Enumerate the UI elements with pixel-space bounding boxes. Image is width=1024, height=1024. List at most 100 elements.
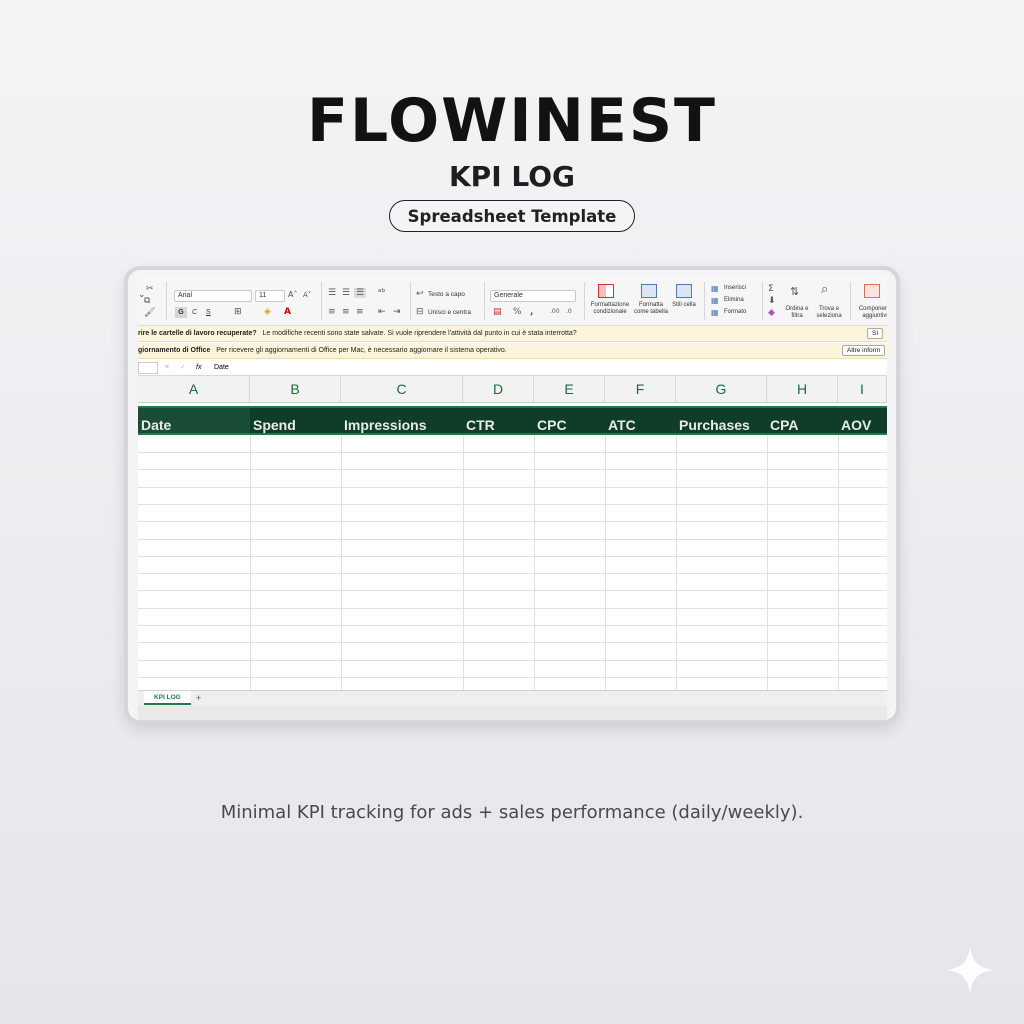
decrease-decimal-icon[interactable]: .0 [566, 307, 572, 317]
format-painter-icon[interactable]: 🖌 [144, 308, 155, 318]
column-header-h[interactable]: H [767, 376, 838, 403]
header-cell-ctr[interactable]: CTR [463, 408, 534, 433]
name-box[interactable] [138, 362, 158, 374]
autosum-icon[interactable]: Σ [768, 284, 774, 294]
align-right-icon[interactable]: ≡ [356, 307, 364, 317]
row-divider [138, 452, 887, 453]
conditional-formatting-button[interactable]: Formattazione condizionale [588, 302, 632, 316]
row-divider [138, 659, 887, 661]
sparkle-icon [946, 946, 994, 994]
confirm-icon[interactable]: ✓ [180, 360, 186, 376]
format-as-table-icon[interactable] [641, 284, 657, 298]
spreadsheet-grid: ABCDEFGHI Date Spend Impressions CTR CPC ATC P… [138, 376, 887, 696]
increase-indent-icon[interactable]: ⇥ [393, 307, 401, 317]
column-header-b[interactable]: B [250, 376, 341, 403]
sheet-tab-kpi-log[interactable]: KPI LOG [144, 691, 191, 705]
header-cell-aov[interactable]: AOV [838, 408, 887, 433]
column-header-c[interactable]: C [341, 376, 463, 403]
delete-icon[interactable]: ▦ [711, 296, 719, 306]
cut-icon[interactable]: ✂ [146, 284, 154, 294]
brand-title: FLOWINEST [307, 86, 717, 156]
column-header-e[interactable]: E [534, 376, 605, 403]
addins-button[interactable]: Componenti aggiuntivi [854, 306, 887, 320]
bold-button[interactable]: G [175, 307, 187, 318]
formula-input[interactable]: Date [214, 360, 229, 376]
column-header-d[interactable]: D [463, 376, 534, 403]
row-divider [138, 521, 887, 523]
format-as-table-button[interactable]: Formatta come tabella [631, 302, 671, 316]
currency-icon[interactable]: ▤ [493, 307, 502, 317]
column-divider [250, 435, 251, 691]
update-more-button[interactable]: Altre inform [842, 345, 886, 356]
sort-filter-icon[interactable]: ⇅ [790, 286, 799, 297]
format-button[interactable]: Formato [724, 309, 746, 315]
header-cell-cpa[interactable]: CPA [767, 408, 838, 433]
italic-button[interactable]: C [192, 307, 197, 318]
fill-color-icon[interactable]: ◈ [264, 307, 271, 317]
row-divider [138, 486, 887, 488]
cancel-icon[interactable]: ✕ [164, 360, 170, 376]
font-size-select[interactable]: 11 [255, 290, 285, 302]
copy-icon[interactable]: ⧉ [144, 296, 150, 306]
row-divider [138, 642, 887, 644]
addins-icon[interactable] [864, 284, 880, 298]
conditional-formatting-icon[interactable] [598, 284, 614, 298]
recovered-notification: rire le cartelle di lavoro recuperate? L… [138, 326, 887, 342]
divider [850, 282, 851, 320]
fill-icon[interactable]: ⬇ [768, 296, 776, 306]
align-top-icon[interactable]: ☰ [328, 288, 336, 298]
insert-icon[interactable]: ▦ [711, 284, 719, 294]
column-header-i[interactable]: I [838, 376, 887, 403]
align-bottom-icon[interactable]: ☰ [354, 288, 367, 298]
align-center-icon[interactable]: ≡ [342, 307, 350, 317]
decrease-indent-icon[interactable]: ⇤ [378, 307, 386, 317]
sort-filter-button[interactable]: Ordina e filtra [782, 306, 812, 320]
borders-icon[interactable]: ⊞ [234, 307, 242, 317]
wrap-text-button[interactable]: Testo a capo [428, 291, 465, 298]
increase-decimal-icon[interactable]: .00 [550, 307, 560, 317]
header-cell-date[interactable]: Date [138, 408, 250, 433]
column-header-f[interactable]: F [605, 376, 676, 403]
format-icon[interactable]: ▦ [711, 308, 719, 318]
kpi-header-row: Date Spend Impressions CTR CPC ATC Purchases CP… [138, 406, 887, 435]
cell-styles-icon[interactable] [676, 284, 692, 298]
divider [584, 282, 585, 320]
header-cell-spend[interactable]: Spend [250, 408, 341, 433]
wrap-text-icon[interactable]: ↩ [416, 289, 424, 299]
recovered-yes-button[interactable]: Sì [867, 328, 884, 339]
underline-button[interactable]: S [206, 307, 211, 318]
divider [704, 282, 705, 320]
insert-button[interactable]: Inserisci [724, 285, 746, 291]
column-divider [767, 435, 768, 691]
column-header-a[interactable]: A [138, 376, 250, 403]
cell-styles-button[interactable]: Stili cella [672, 302, 696, 309]
font-color-icon[interactable]: A [284, 307, 291, 317]
column-divider [463, 435, 464, 691]
header-cell-cpc[interactable]: CPC [534, 408, 605, 433]
percent-icon[interactable]: % [513, 307, 522, 317]
header-cell-atc[interactable]: ATC [605, 408, 676, 433]
orientation-icon[interactable]: ᵃᵇ [378, 288, 385, 298]
comma-style-icon[interactable]: , [530, 307, 533, 317]
merge-center-button[interactable]: Unisci e centra [428, 309, 471, 316]
status-bar [138, 706, 887, 720]
merge-icon[interactable]: ⊟ [416, 307, 424, 317]
add-sheet-button[interactable]: + [196, 691, 201, 705]
font-shrink-icon[interactable]: A˅ [303, 290, 311, 300]
align-middle-icon[interactable]: ☰ [342, 288, 350, 298]
row-divider [138, 607, 887, 609]
find-icon[interactable]: ⌕ [821, 283, 828, 296]
template-badge: Spreadsheet Template [389, 200, 635, 232]
delete-button[interactable]: Elimina [724, 297, 744, 303]
column-header-g[interactable]: G [676, 376, 767, 403]
number-format-select[interactable]: Generale [490, 290, 576, 302]
fx-icon[interactable]: fx [196, 360, 201, 376]
find-select-button[interactable]: Trova e seleziona [812, 306, 846, 320]
font-name-select[interactable]: Arial [174, 290, 252, 302]
font-grow-icon[interactable]: A˄ [288, 290, 297, 300]
clear-icon[interactable]: ◆ [768, 308, 775, 318]
align-left-icon[interactable]: ≡ [328, 307, 336, 317]
header-cell-impressions[interactable]: Impressions [341, 408, 463, 433]
ribbon: ⌄ ✂ ⧉ 🖌 Arial 11 A˄ A˅ G C S ⊞ ◈ A ☰ ☰ ☰… [138, 276, 887, 326]
header-cell-purchases[interactable]: Purchases [676, 408, 767, 433]
